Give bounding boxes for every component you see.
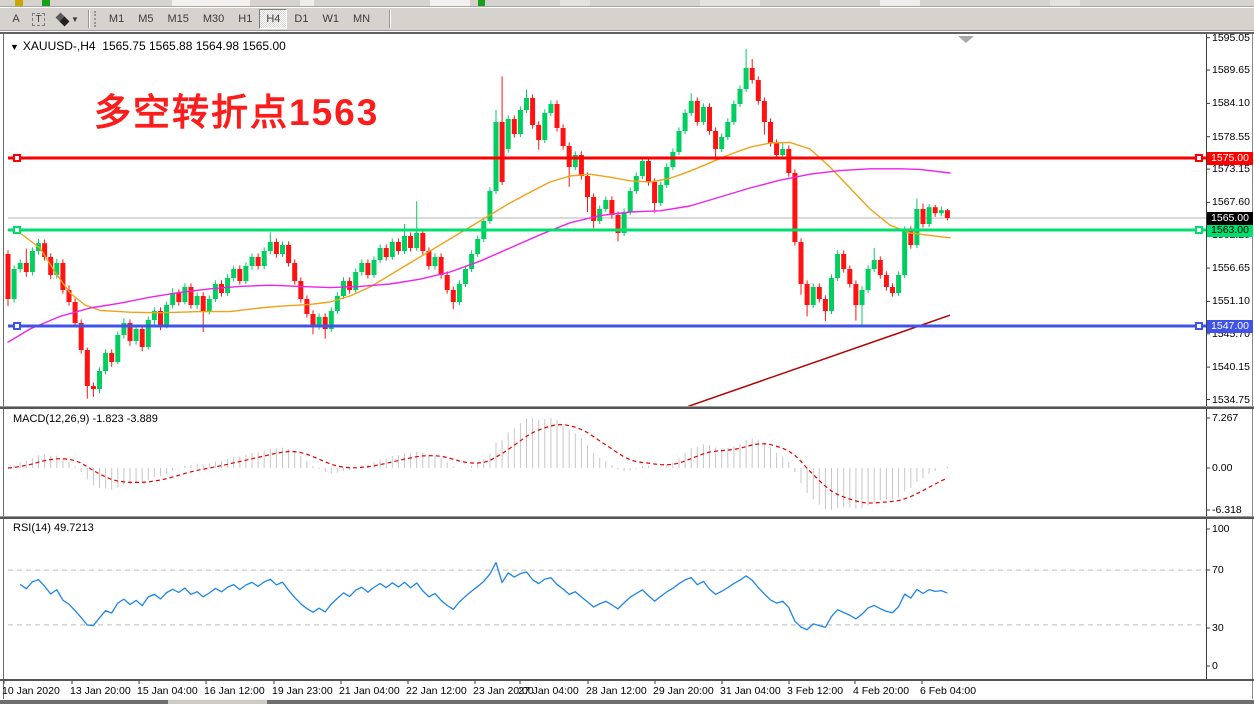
time-axis-label: 28 Jan 12:00 xyxy=(586,685,647,697)
hline-anchor[interactable] xyxy=(1196,227,1202,233)
time-axis-label: 16 Jan 12:00 xyxy=(204,685,265,697)
price-axis-label: 1584.10 xyxy=(1212,97,1250,109)
rsi-line xyxy=(20,563,947,630)
rsi-axis-label: 70 xyxy=(1212,564,1224,576)
hline-anchor[interactable] xyxy=(14,155,20,161)
macd-values: -1.823 -3.889 xyxy=(92,413,157,425)
hline-anchor[interactable] xyxy=(14,227,20,233)
current-price-badge: 1565.00 xyxy=(1207,212,1253,225)
price-axis-label: 1589.65 xyxy=(1212,64,1250,76)
time-axis-label: 4 Feb 20:00 xyxy=(853,685,909,697)
price-axis-label: 1567.60 xyxy=(1212,196,1250,208)
panel-divider[interactable] xyxy=(0,517,1254,519)
price-axis-label: 1551.10 xyxy=(1212,295,1250,307)
time-axis-label: 22 Jan 12:00 xyxy=(406,685,467,697)
time-axis-label: 21 Jan 04:00 xyxy=(339,685,400,697)
symbol-label: XAUUSD-,H4 xyxy=(23,39,96,53)
macd-axis-label: 7.267 xyxy=(1212,412,1238,424)
time-axis-label: 19 Jan 23:00 xyxy=(272,685,333,697)
panel-divider[interactable] xyxy=(0,407,1254,409)
chart-title: ▼ XAUUSD-,H4 1565.75 1565.88 1564.98 1565… xyxy=(10,39,286,53)
rsi-value: 49.7213 xyxy=(54,522,94,534)
price-axis-label: 1578.55 xyxy=(1212,131,1250,143)
macd-axis-label: 0.00 xyxy=(1212,462,1232,474)
rsi-axis-label: 100 xyxy=(1212,523,1230,535)
hline-price-badge: 1547.00 xyxy=(1207,320,1253,333)
chart-shift-marker-icon xyxy=(958,36,974,43)
ma-slow-line xyxy=(8,169,950,342)
hline-price-badge: 1575.00 xyxy=(1207,152,1253,165)
price-axis-label: 1556.65 xyxy=(1212,262,1250,274)
time-axis-label: 27 Jan 04:00 xyxy=(518,685,579,697)
hline-anchor[interactable] xyxy=(1196,155,1202,161)
hline-price-badge: 1563.00 xyxy=(1207,224,1253,237)
mt4-chart-window: A T ▼ M1M5M15M30H1H4D1W1MN ▼XAUUSD-,H4 1… xyxy=(0,0,1254,704)
ohlc-values: 1565.75 1565.88 1564.98 1565.00 xyxy=(102,39,286,53)
macd-axis-label: -6.318 xyxy=(1212,504,1242,516)
time-axis-label: 15 Jan 04:00 xyxy=(137,685,198,697)
time-axis-label: 31 Jan 04:00 xyxy=(720,685,781,697)
triangle-down-icon: ▼ xyxy=(10,42,19,52)
bottom-scrollbar[interactable] xyxy=(0,700,1254,704)
time-axis-label: 29 Jan 20:00 xyxy=(653,685,714,697)
hline-anchor[interactable] xyxy=(1196,323,1202,329)
time-axis-label: 10 Jan 2020 xyxy=(2,685,60,697)
time-axis-border xyxy=(0,679,1254,681)
trendline[interactable] xyxy=(688,315,950,406)
price-axis-label: 1573.15 xyxy=(1212,163,1250,175)
time-axis-label: 13 Jan 20:00 xyxy=(70,685,131,697)
price-axis-label: 1534.75 xyxy=(1212,394,1250,406)
price-axis-label: 1540.15 xyxy=(1212,361,1250,373)
hline-anchor[interactable] xyxy=(14,323,20,329)
scrollbar-thumb[interactable] xyxy=(168,700,267,704)
rsi-axis-label: 0 xyxy=(1212,660,1218,672)
time-axis-label: 3 Feb 12:00 xyxy=(787,685,843,697)
time-axis-label: 6 Feb 04:00 xyxy=(920,685,976,697)
macd-label: MACD(12,26,9) -1.823 -3.889 xyxy=(13,413,158,425)
rsi-axis-label: 30 xyxy=(1212,622,1224,634)
rsi-label: RSI(14) 49.7213 xyxy=(13,522,94,534)
price-axis-label: 1595.05 xyxy=(1212,32,1250,44)
chart-annotation-text[interactable]: 多空转折点1563 xyxy=(94,82,379,136)
